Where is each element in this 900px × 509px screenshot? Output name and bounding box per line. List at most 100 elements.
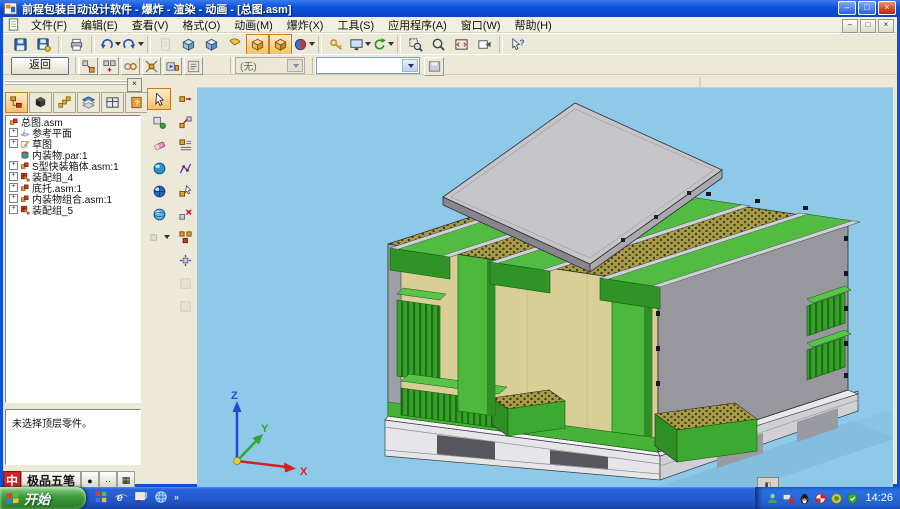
expander-icon[interactable]: + [9,139,18,148]
expander-icon[interactable]: + [9,205,18,214]
auto-explode-button[interactable] [79,57,98,75]
help-select-button[interactable]: ? [506,34,529,55]
more-tools-button[interactable] [147,226,171,248]
explode-extra-2-button[interactable] [173,295,197,317]
explode-remove-button[interactable] [173,203,197,225]
network-offline-icon[interactable] [782,492,795,505]
tab-layers[interactable] [77,92,100,113]
menu-format[interactable]: 格式(O) [175,16,227,34]
menu-applications[interactable]: 应用程序(A) [381,16,454,34]
shaded-edges-button[interactable] [147,180,171,202]
tab-select-tools[interactable] [101,92,124,113]
explode-settings-button[interactable] [184,57,203,75]
antivirus-icon [814,492,827,505]
mdi-minimize-button[interactable]: – [842,19,858,33]
unexplode-button[interactable] [142,57,161,75]
menu-animation[interactable]: 动画(M) [227,16,280,34]
render-environment-button[interactable] [269,34,292,55]
tab-help[interactable]: ? [125,92,148,113]
mdi-restore-button[interactable]: □ [860,19,876,33]
explode-animate-button[interactable] [163,57,182,75]
media-app-shortcut[interactable] [94,490,108,504]
network-globe-shortcut[interactable] [154,490,168,504]
3d-canvas[interactable]: Z Y X [197,76,893,487]
perspective-button[interactable] [223,34,246,55]
tab-family[interactable] [53,92,76,113]
menu-edit[interactable]: 编辑(E) [74,16,125,34]
explode-collapse-button[interactable] [173,249,197,271]
back-button[interactable]: 返回 [11,57,69,75]
explode-environment-button[interactable] [246,34,269,55]
show-desktop-shortcut[interactable] [134,490,148,504]
expander-icon[interactable]: + [9,172,18,181]
explode-order-button[interactable] [173,134,197,156]
qq-icon[interactable] [798,492,811,505]
shaded-view-button[interactable] [147,157,171,179]
antivirus-icon[interactable] [814,492,827,505]
quick-launch-overflow[interactable]: » [174,492,179,502]
panel-grip[interactable] [5,80,127,85]
save-as-button[interactable] [32,34,55,55]
tree-item[interactable]: +装配组_5 [6,204,140,215]
redo-button[interactable] [121,34,144,55]
bind-components-button[interactable] [121,57,140,75]
explode-spread-button[interactable] [173,111,197,133]
explode-config-combo[interactable]: (无) [235,57,305,74]
activate-part-button[interactable] [147,111,171,133]
shading-mode-button[interactable] [292,34,315,55]
tree-item[interactable]: 总图.asm [6,116,140,127]
bind-components-icon [123,59,138,74]
menu-file[interactable]: 文件(F) [24,16,74,34]
save-config-button[interactable] [424,57,444,76]
explode-extra-1-button[interactable] [173,272,197,294]
undo-button[interactable] [98,34,121,55]
previous-view-button[interactable] [473,34,496,55]
mdi-close-button[interactable]: × [878,19,894,33]
expander-icon[interactable]: + [9,128,18,137]
close-button[interactable]: × [878,1,896,15]
dimetric-view-button[interactable] [200,34,223,55]
open-document-button[interactable] [154,34,177,55]
expander-icon[interactable]: + [9,183,18,192]
isometric-view-button[interactable] [177,34,200,55]
bottom-right-block[interactable] [655,403,757,462]
explode-drag-button[interactable] [173,180,197,202]
edgebar-close-button[interactable]: × [127,78,142,92]
print-button[interactable] [65,34,88,55]
zoom-button[interactable] [427,34,450,55]
refresh-view-button[interactable] [371,34,394,55]
visible-edges-button[interactable] [147,203,171,225]
zoom-area-button[interactable] [404,34,427,55]
tab-parts-library[interactable] [29,92,52,113]
explode-path-button[interactable] [173,157,197,179]
expander-icon[interactable]: + [9,161,18,170]
select-tool-button[interactable] [147,88,171,110]
display-settings-button[interactable] [348,34,371,55]
tab-assembly-tree[interactable] [5,92,28,113]
assembly-icon [9,117,19,127]
explode-move-button[interactable] [173,88,197,110]
animation-select-combo[interactable] [316,57,420,74]
input-method-icon[interactable] [830,492,843,505]
tree-item[interactable]: +参考平面 [6,127,140,138]
restore-button[interactable]: □ [858,1,876,15]
menu-tools[interactable]: 工具(S) [330,16,381,34]
internet-explorer-shortcut[interactable]: e [114,490,128,504]
manual-explode-button[interactable] [100,57,119,75]
erase-button[interactable] [147,134,171,156]
start-button[interactable]: 开始 [0,487,86,509]
security-shield-icon[interactable] [846,492,859,505]
minimize-button[interactable]: – [838,1,856,15]
menu-view[interactable]: 查看(V) [125,16,176,34]
select-tools-button[interactable] [325,34,348,55]
model-viewport[interactable]: Z Y X [197,76,893,487]
menu-explode[interactable]: 爆炸(X) [280,16,331,34]
user-status-icon[interactable] [766,492,779,505]
fit-view-button[interactable] [450,34,473,55]
explode-group-button[interactable] [173,226,197,248]
save-button[interactable] [9,34,32,55]
expander-icon[interactable]: + [9,194,18,203]
menu-window[interactable]: 窗口(W) [454,16,508,34]
menu-help[interactable]: 帮助(H) [508,16,559,34]
y-axis-label: Y [261,423,269,435]
